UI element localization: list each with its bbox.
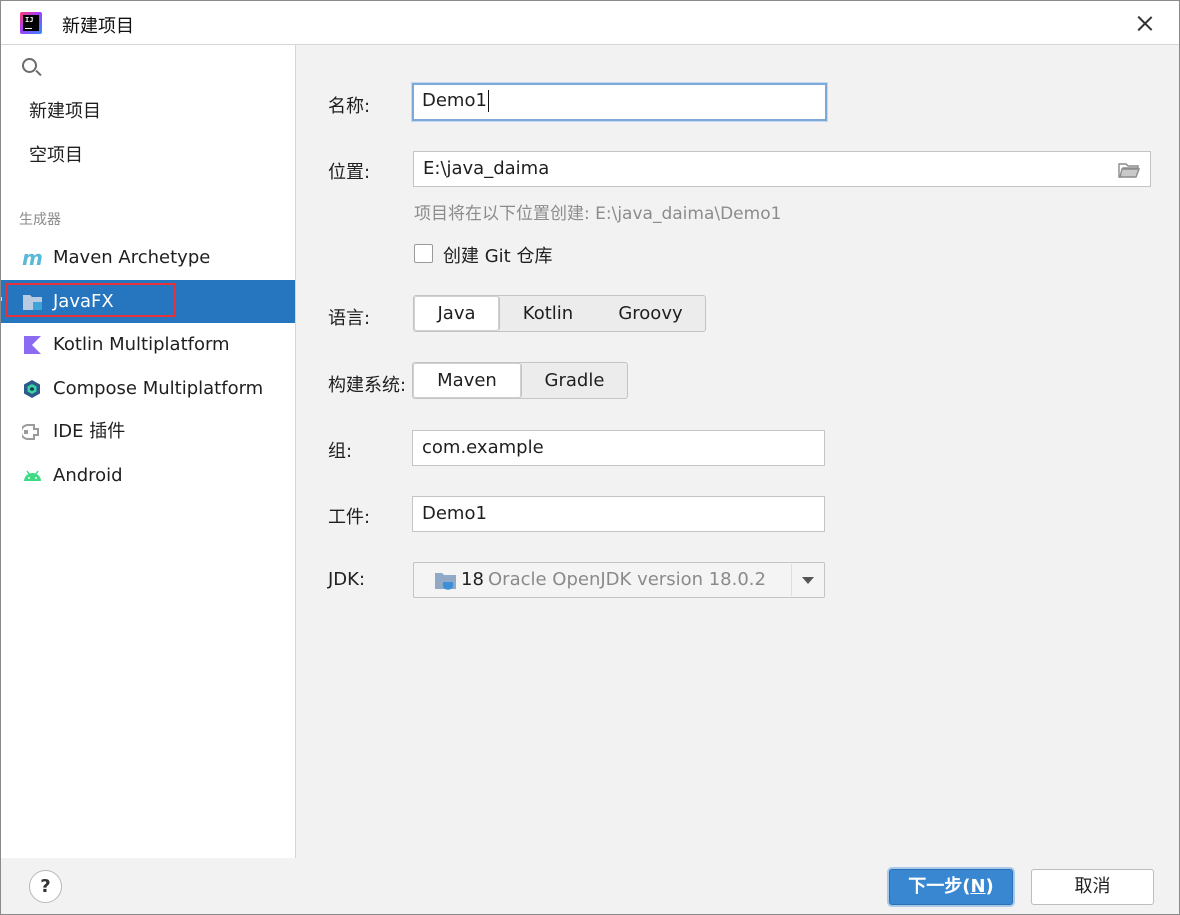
window-title: 新建项目 (62, 16, 134, 37)
maven-icon: m (22, 248, 43, 268)
android-icon (24, 470, 41, 481)
group-value: com.example (422, 437, 544, 458)
svg-text:m: m (22, 248, 43, 268)
selection-marker (1, 297, 2, 301)
sidebar-item-new-project[interactable]: 新建项目 (1, 90, 295, 133)
intellij-logo-icon: IJ (20, 12, 42, 34)
sidebar-item-label: IDE 插件 (53, 421, 126, 442)
sidebar-item-javafx[interactable]: JavaFX (1, 280, 295, 323)
new-project-dialog: IJ 新建项目 新建项目 空项目 生成器 m Maven Archetype J… (0, 0, 1180, 915)
help-button[interactable]: ? (29, 870, 62, 903)
name-value: Demo1 (422, 90, 487, 111)
build-option-gradle[interactable]: Gradle (522, 363, 627, 398)
build-system-selector: Maven Gradle (412, 362, 628, 399)
next-button[interactable]: 下一步(N) (889, 869, 1013, 905)
compose-icon (24, 380, 40, 398)
build-system-label: 构建系统: (328, 375, 407, 396)
artifact-label: 工件: (328, 507, 371, 528)
language-option-java[interactable]: Java (414, 296, 500, 331)
sidebar-item-label: Compose Multiplatform (53, 378, 264, 399)
next-button-suffix: ) (985, 876, 994, 897)
sidebar-item-empty-project[interactable]: 空项目 (1, 134, 295, 177)
artifact-field[interactable]: Demo1 (412, 496, 825, 532)
cancel-button[interactable]: 取消 (1031, 869, 1154, 905)
kotlin-icon (24, 336, 41, 354)
sidebar-item-label: 空项目 (29, 145, 83, 166)
location-label: 位置: (328, 162, 371, 183)
group-field[interactable]: com.example (412, 430, 825, 466)
sidebar-item-android[interactable]: Android (1, 454, 295, 497)
language-label: 语言: (328, 308, 371, 329)
dropdown-separator (791, 564, 792, 596)
folder-icon[interactable] (1118, 162, 1140, 178)
sidebar-item-label: Maven Archetype (53, 247, 211, 268)
search-input[interactable] (1, 45, 295, 89)
sidebar-item-compose-multiplatform[interactable]: Compose Multiplatform (1, 367, 295, 410)
location-hint: 项目将在以下位置创建: E:\java_daima\Demo1 (414, 204, 782, 224)
sidebar-item-label: Kotlin Multiplatform (53, 334, 230, 355)
jdk-description: Oracle OpenJDK version 18.0.2 (488, 569, 766, 590)
sidebar-item-label: Android (53, 465, 123, 486)
git-checkbox-label[interactable]: 创建 Git 仓库 (443, 242, 552, 268)
sidebar-item-kotlin-multiplatform[interactable]: Kotlin Multiplatform (1, 323, 295, 366)
annotation-highlight-box (6, 283, 176, 317)
language-option-kotlin[interactable]: Kotlin (500, 296, 596, 331)
jdk-dropdown[interactable]: 18 Oracle OpenJDK version 18.0.2 (413, 562, 825, 598)
name-label: 名称: (328, 96, 371, 117)
group-label: 组: (328, 441, 353, 462)
generators-group-label: 生成器 (19, 212, 61, 228)
language-selector: Java Kotlin Groovy (413, 295, 706, 332)
jdk-version: 18 (461, 569, 484, 590)
build-option-maven[interactable]: Maven (413, 363, 522, 398)
jdk-folder-icon (435, 573, 456, 590)
jdk-label: JDK: (328, 569, 366, 590)
location-value: E:\java_daima (423, 158, 550, 179)
sidebar-item-ide-plugin[interactable]: IDE 插件 (1, 410, 295, 453)
next-button-label: 下一步( (908, 876, 971, 897)
language-option-groovy[interactable]: Groovy (596, 296, 705, 331)
close-icon[interactable] (1125, 7, 1165, 39)
artifact-value: Demo1 (422, 503, 487, 524)
sidebar: 新建项目 空项目 生成器 m Maven Archetype JavaFX Ko… (1, 45, 296, 858)
text-caret (487, 90, 490, 112)
footer: ? 下一步(N) 取消 (1, 858, 1179, 914)
name-field[interactable]: Demo1 (412, 83, 827, 121)
chevron-down-icon (802, 577, 814, 584)
project-form: 名称: Demo1 位置: E:\java_daima 项目将在以下位置创建: … (297, 45, 1179, 858)
plugin-icon (22, 424, 39, 440)
search-icon (22, 58, 37, 73)
title-bar: IJ 新建项目 (1, 1, 1179, 45)
sidebar-item-maven-archetype[interactable]: m Maven Archetype (1, 236, 295, 279)
sidebar-item-label: 新建项目 (29, 101, 101, 122)
git-checkbox[interactable] (414, 244, 433, 263)
next-button-mnemonic: N (970, 876, 986, 897)
location-field[interactable]: E:\java_daima (413, 151, 1151, 187)
